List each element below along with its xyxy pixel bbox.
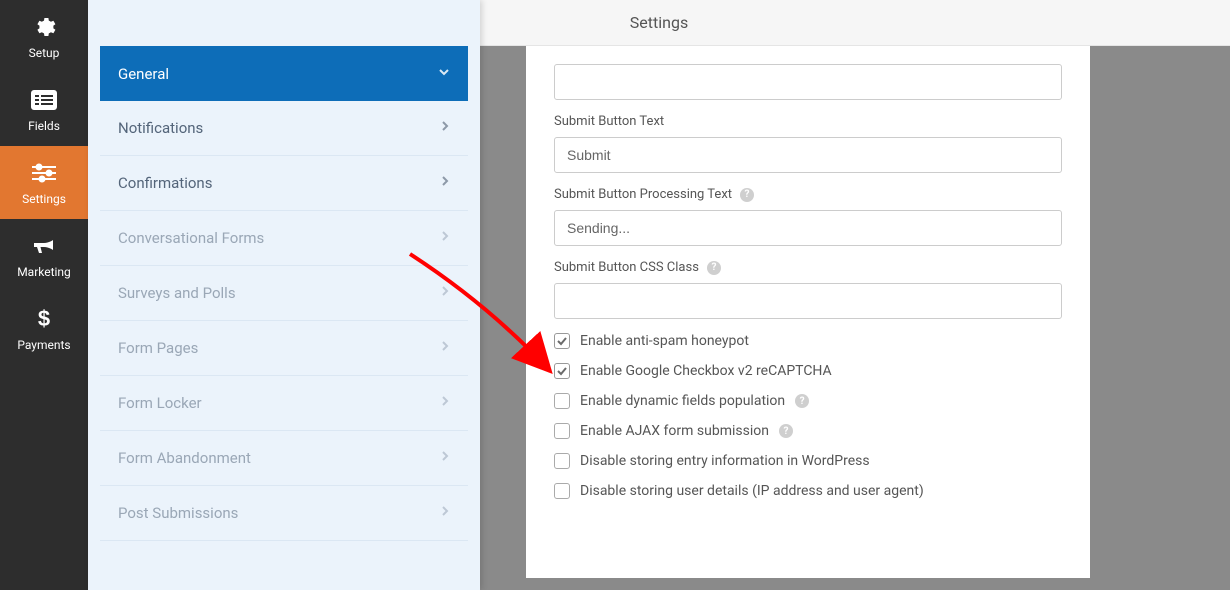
help-icon[interactable]: ? (795, 394, 809, 408)
input-submit-button-css[interactable] (554, 283, 1062, 319)
chevron-right-icon (440, 505, 450, 521)
chevron-down-icon (438, 66, 450, 82)
iconbar-label: Settings (22, 192, 66, 206)
chevron-right-icon (440, 285, 450, 301)
iconbar-label: Marketing (17, 265, 71, 279)
checkbox[interactable] (554, 453, 570, 469)
page-title: Settings (630, 13, 688, 32)
sliders-icon (31, 160, 57, 186)
panel-item-label: Form Abandonment (118, 449, 251, 467)
checkbox-label: Disable storing user details (IP address… (580, 483, 924, 499)
checkbox-row-recaptcha[interactable]: Enable Google Checkbox v2 reCAPTCHA (554, 363, 1062, 379)
chevron-right-icon (440, 120, 450, 136)
panel-item-confirmations[interactable]: Confirmations (100, 156, 468, 211)
panel-item-label: General (118, 65, 169, 83)
panel-item-general[interactable]: General (100, 46, 468, 101)
iconbar-marketing[interactable]: Marketing (0, 219, 88, 292)
checkbox-label: Enable Google Checkbox v2 reCAPTCHA (580, 363, 832, 379)
label-submit-button-css: Submit Button CSS Class ? (554, 260, 1062, 275)
checkbox-label: Enable anti-spam honeypot (580, 333, 749, 349)
chevron-right-icon (440, 395, 450, 411)
panel-item-label: Notifications (118, 119, 203, 137)
checkbox-row-dynamic-fields[interactable]: Enable dynamic fields population ? (554, 393, 1062, 409)
iconbar-label: Setup (29, 46, 60, 60)
chevron-right-icon (440, 175, 450, 191)
iconbar-settings[interactable]: Settings (0, 146, 88, 219)
input-submit-button-text[interactable] (554, 137, 1062, 173)
dollar-icon: $ (31, 306, 57, 332)
svg-text:$: $ (38, 307, 50, 331)
bullhorn-icon (31, 233, 57, 259)
panel-item-label: Form Locker (118, 394, 202, 412)
input-unlabeled-top[interactable] (554, 64, 1062, 100)
panel-item-form-abandonment[interactable]: Form Abandonment (100, 431, 468, 486)
panel-item-surveys-polls[interactable]: Surveys and Polls (100, 266, 468, 321)
iconbar-label: Fields (28, 119, 60, 133)
primary-iconbar: Setup Fields Settings Marketing $ Paymen… (0, 0, 88, 590)
panel-item-label: Surveys and Polls (118, 284, 236, 302)
checkbox-label: Enable dynamic fields population (580, 393, 785, 409)
iconbar-fields[interactable]: Fields (0, 73, 88, 146)
checkbox-row-disable-entry-storage[interactable]: Disable storing entry information in Wor… (554, 453, 1062, 469)
help-icon[interactable]: ? (707, 261, 721, 275)
chevron-right-icon (440, 230, 450, 246)
checkbox[interactable] (554, 363, 570, 379)
chevron-right-icon (440, 450, 450, 466)
panel-item-notifications[interactable]: Notifications (100, 101, 468, 156)
help-icon[interactable]: ? (740, 188, 754, 202)
label-submit-button-processing: Submit Button Processing Text ? (554, 187, 1062, 202)
panel-item-label: Form Pages (118, 339, 198, 357)
checkbox-label: Disable storing entry information in Wor… (580, 453, 870, 469)
panel-item-label: Confirmations (118, 174, 212, 192)
checkbox[interactable] (554, 333, 570, 349)
checkbox[interactable] (554, 393, 570, 409)
checkbox-label: Enable AJAX form submission (580, 423, 769, 439)
iconbar-setup[interactable]: Setup (0, 0, 88, 73)
checkbox-row-ajax[interactable]: Enable AJAX form submission ? (554, 423, 1062, 439)
help-icon[interactable]: ? (779, 424, 793, 438)
settings-side-panel: General Notifications Confirmations Conv… (88, 0, 480, 590)
iconbar-payments[interactable]: $ Payments (0, 292, 88, 365)
label-submit-button-text: Submit Button Text (554, 114, 1062, 129)
panel-item-post-submissions[interactable]: Post Submissions (100, 486, 468, 541)
checkbox[interactable] (554, 423, 570, 439)
settings-form: Submit Button Text Submit Button Process… (526, 46, 1090, 578)
checkbox[interactable] (554, 483, 570, 499)
gear-icon (31, 14, 57, 40)
panel-item-form-pages[interactable]: Form Pages (100, 321, 468, 376)
iconbar-label: Payments (17, 338, 70, 352)
list-icon (31, 87, 57, 113)
chevron-right-icon (440, 340, 450, 356)
checkbox-row-honeypot[interactable]: Enable anti-spam honeypot (554, 333, 1062, 349)
panel-item-label: Conversational Forms (118, 229, 264, 247)
panel-item-conversational-forms[interactable]: Conversational Forms (100, 211, 468, 266)
panel-item-label: Post Submissions (118, 504, 238, 522)
panel-item-form-locker[interactable]: Form Locker (100, 376, 468, 431)
input-submit-button-processing[interactable] (554, 210, 1062, 246)
checkbox-row-disable-user-details[interactable]: Disable storing user details (IP address… (554, 483, 1062, 499)
